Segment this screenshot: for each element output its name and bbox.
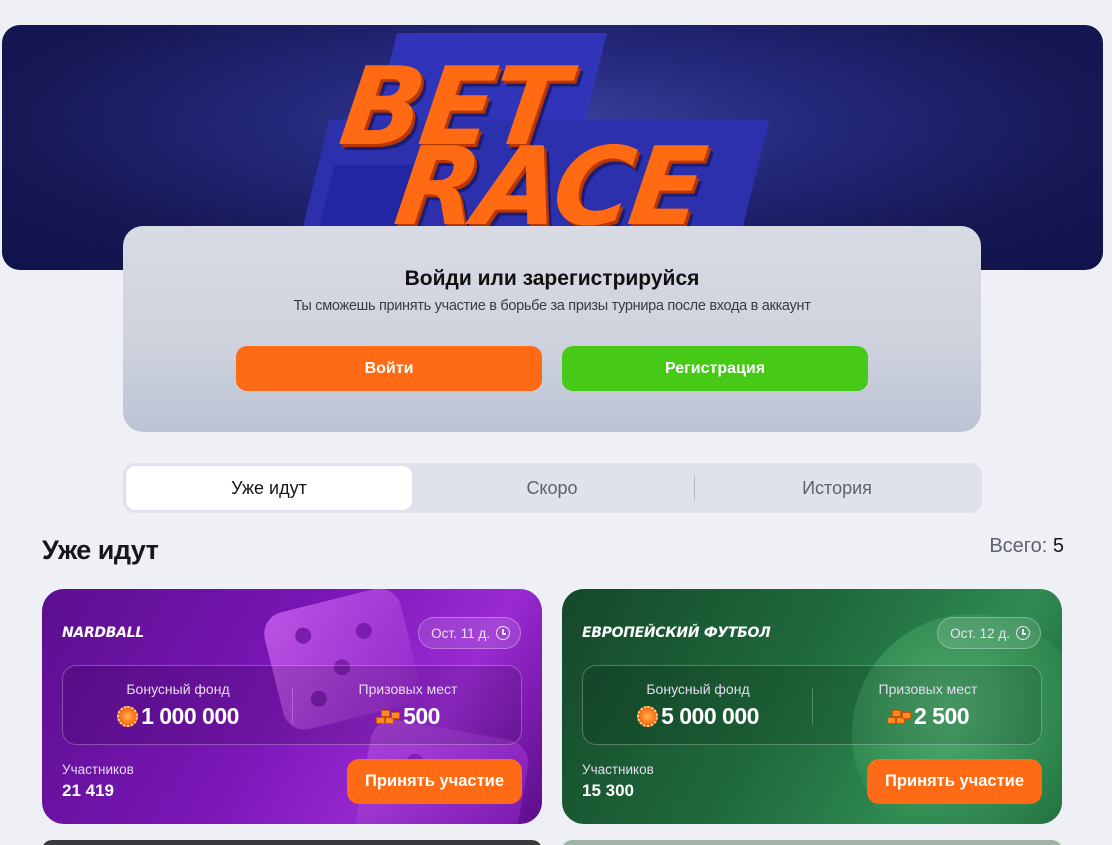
time-left-badge: Ост. 12 д. <box>937 617 1041 649</box>
tournament-card[interactable]: Европейский футбол Ост. 12 д. Бонусный ф… <box>562 589 1062 824</box>
time-left-badge: Ост. 11 д. <box>418 617 521 649</box>
tab-ongoing[interactable]: Уже идут <box>126 466 412 510</box>
auth-title: Войди или зарегистрируйся <box>404 267 700 290</box>
bonus-fund-stat: Бонусный фонд 5 000 000 <box>583 666 813 746</box>
tournament-name: Европейский футбол <box>582 625 771 641</box>
participants-label: Участников <box>582 762 654 777</box>
tab-soon[interactable]: Скоро <box>409 466 695 510</box>
tab-history[interactable]: История <box>694 466 980 510</box>
prize-places-stat: Призовых мест 500 <box>293 666 523 746</box>
total-value: 5 <box>1052 535 1064 557</box>
blocks-icon <box>886 708 911 726</box>
prize-places-value: 500 <box>403 703 440 729</box>
register-button[interactable]: Регистрация <box>562 346 868 391</box>
prize-places-label: Призовых мест <box>878 681 978 697</box>
time-left-text: Ост. 12 д. <box>950 625 1010 641</box>
total-label: Всего: <box>989 535 1048 557</box>
tournament-tabs: Уже идут Скоро История <box>123 463 982 513</box>
login-button[interactable]: Войти <box>236 346 542 391</box>
bonus-fund-value-row: 5 000 000 <box>583 703 813 730</box>
bonus-fund-value: 1 000 000 <box>141 703 239 729</box>
prize-places-value-row: 2 500 <box>813 703 1043 730</box>
tournament-card[interactable]: NARDBALL Ост. 11 д. Бонусный фонд 1 000 … <box>42 589 542 824</box>
join-button[interactable]: Принять участие <box>347 759 522 804</box>
section-title: Уже идут <box>42 535 159 565</box>
tournament-card-partial[interactable] <box>42 840 542 845</box>
stats-panel: Бонусный фонд 1 000 000 Призовых мест 50… <box>62 665 522 745</box>
bonus-fund-label: Бонусный фонд <box>126 681 230 697</box>
prize-places-value: 2 500 <box>913 703 970 729</box>
participants-value: 15 300 <box>582 781 634 800</box>
participants-value: 21 419 <box>62 781 114 800</box>
tournament-card-partial[interactable] <box>562 840 1062 845</box>
total-count: Всего: 5 <box>989 535 1064 558</box>
prize-places-stat: Призовых мест 2 500 <box>813 666 1043 746</box>
bonus-fund-label: Бонусный фонд <box>646 681 750 697</box>
clock-icon <box>1016 626 1030 640</box>
coin-icon <box>637 706 659 727</box>
participants-label: Участников <box>62 762 134 777</box>
auth-subtitle: Ты сможешь принять участие в борьбе за п… <box>293 298 811 314</box>
auth-card: Войди или зарегистрируйся Ты сможешь при… <box>123 226 981 432</box>
prize-places-label: Призовых мест <box>358 681 458 697</box>
bonus-fund-stat: Бонусный фонд 1 000 000 <box>63 666 293 746</box>
bonus-fund-value: 5 000 000 <box>661 703 759 729</box>
clock-icon <box>496 626 510 640</box>
coin-icon <box>117 706 139 727</box>
tournament-name: NARDBALL <box>62 625 144 641</box>
time-left-text: Ост. 11 д. <box>431 625 490 641</box>
stats-panel: Бонусный фонд 5 000 000 Призовых мест 2 … <box>582 665 1042 745</box>
prize-places-value-row: 500 <box>293 703 523 730</box>
blocks-icon <box>376 708 401 726</box>
join-button[interactable]: Принять участие <box>867 759 1042 804</box>
bonus-fund-value-row: 1 000 000 <box>63 703 293 730</box>
